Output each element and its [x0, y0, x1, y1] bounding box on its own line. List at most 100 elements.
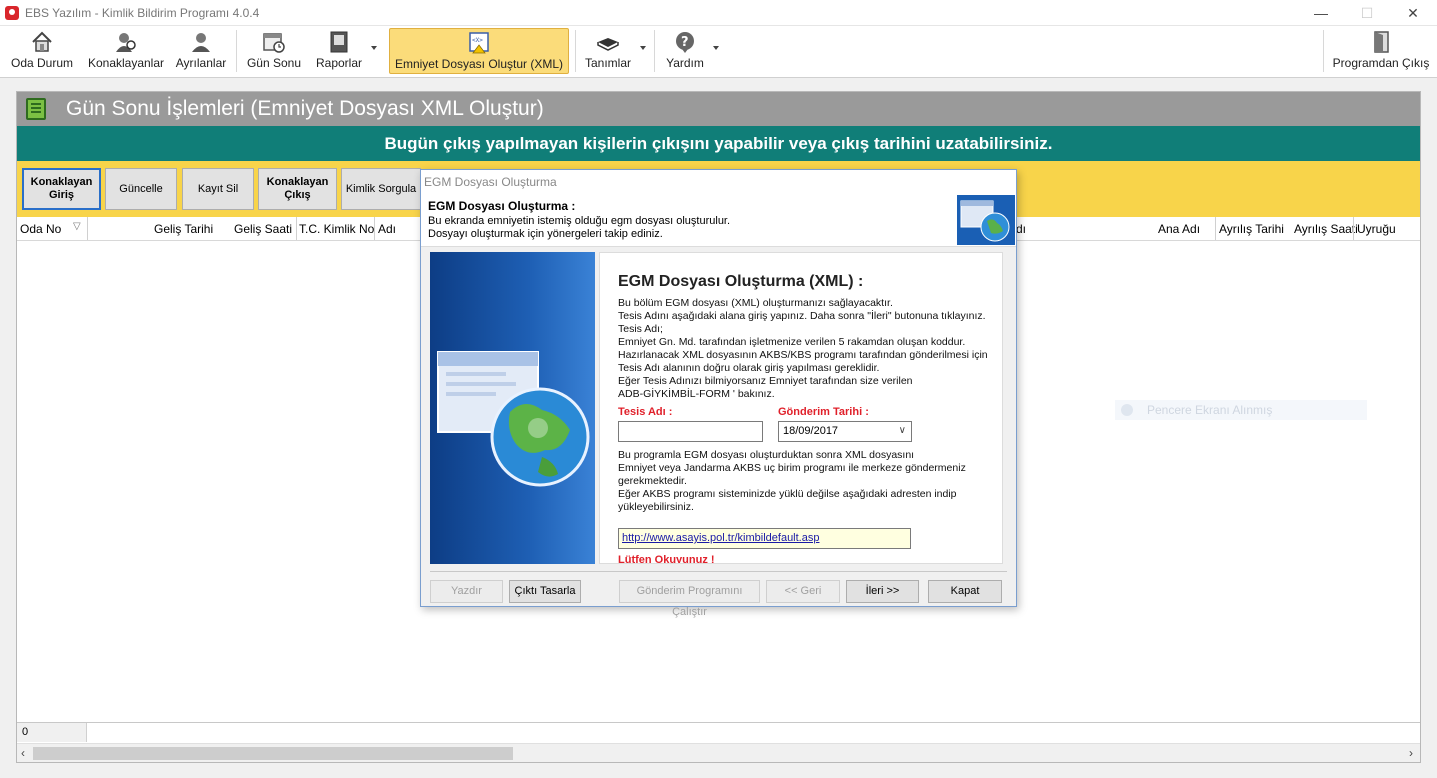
globe-window-icon: [957, 195, 1015, 245]
col-adi[interactable]: Adı: [378, 222, 396, 236]
col-tc-kimlik[interactable]: T.C. Kimlik No: [299, 222, 374, 236]
instruction-line: Tesis Adı alanının doğru olarak giriş ya…: [618, 362, 880, 374]
scrollbar-thumb[interactable]: [33, 747, 513, 760]
col-ana-adi[interactable]: Ana Adı: [1158, 222, 1200, 236]
ledger-icon: [26, 98, 46, 120]
dialog-header-title: EGM Dosyası Oluşturma :: [428, 199, 576, 213]
scroll-left-icon[interactable]: ‹: [21, 746, 25, 760]
kayit-sil-button[interactable]: Kayıt Sil: [182, 168, 254, 210]
help-icon: ?: [676, 32, 694, 53]
cikti-tasarla-button[interactable]: Çıktı Tasarla: [509, 580, 581, 603]
toolbar-separator: [236, 30, 237, 72]
info-line: Bu programla EGM dosyası oluşturduktan s…: [618, 449, 915, 461]
col-gelis-tarihi[interactable]: Geliş Tarihi: [154, 222, 213, 236]
instruction-line: Eğer Tesis Adınızı bilmiyorsanız Emniyet…: [618, 375, 913, 387]
dialog-side-illustration: [430, 252, 595, 564]
instruction-line: Bu bölüm EGM dosyası (XML) oluşturmanızı…: [618, 297, 893, 309]
reports-icon: [330, 31, 348, 53]
window-capture-watermark: Pencere Ekranı Alınmış: [1115, 400, 1367, 420]
horizontal-scrollbar[interactable]: ‹ ›: [17, 743, 1420, 762]
column-divider: [1215, 217, 1216, 240]
page-header: Gün Sonu İşlemleri (Emniyet Dosyası XML …: [17, 92, 1420, 126]
column-divider: [87, 217, 88, 240]
calendar-clock-icon: [263, 33, 285, 53]
toolbar-raporlar[interactable]: Raporlar: [312, 26, 366, 76]
instruction-line: ADB-GİYKİMBİL-FORM ' bakınız.: [618, 388, 775, 400]
instruction-line: Tesis Adı;: [618, 323, 663, 335]
instruction-line: Tesis Adını aşağıdaki alana giriş yapını…: [618, 310, 986, 322]
col-gelis-saati[interactable]: Geliş Saati: [234, 222, 292, 236]
chevron-down-icon: ∨: [898, 425, 906, 436]
konaklayan-cikis-button[interactable]: Konaklayan Çıkış: [258, 168, 337, 210]
tesis-adi-input[interactable]: [618, 421, 763, 442]
col-ayrilis-tarihi[interactable]: Ayrılış Tarihi: [1219, 222, 1284, 236]
info-banner: Bugün çıkış yapılmayan kişilerin çıkışın…: [17, 126, 1420, 161]
column-divider: [374, 217, 375, 240]
app-icon: [5, 6, 19, 20]
toolbar-oda-durum[interactable]: Oda Durum: [4, 26, 80, 76]
page-title: Gün Sonu İşlemleri (Emniyet Dosyası XML …: [66, 97, 544, 120]
status-bar: 0: [17, 722, 1420, 742]
dialog-header-line2: Dosyayı oluşturmak için yönergeleri taki…: [428, 228, 663, 240]
toolbar-yardim[interactable]: ? Yardım: [660, 26, 710, 76]
gonderim-tarihi-label: Gönderim Tarihi :: [778, 406, 869, 418]
dialog-title: EGM Dosyası Oluşturma: [421, 170, 1016, 193]
guncelle-button[interactable]: Güncelle: [105, 168, 177, 210]
instruction-line: Hazırlanacak XML dosyasının AKBS/KBS pro…: [618, 349, 988, 361]
akbs-download-link[interactable]: http://www.asayis.pol.tr/kimbildefault.a…: [618, 528, 911, 549]
konaklayan-giris-button[interactable]: Konaklayan Giriş: [22, 168, 101, 210]
svg-text:<X>: <X>: [472, 37, 483, 44]
toolbar-emniyet-xml[interactable]: <X> Emniyet Dosyası Oluştur (XML): [389, 28, 569, 74]
gonderim-tarihi-value: 18/09/2017: [783, 425, 839, 437]
column-divider: [296, 217, 297, 240]
toolbar-programdan-cikis[interactable]: Programdan Çıkış: [1330, 26, 1432, 76]
scroll-right-icon[interactable]: ›: [1409, 746, 1413, 760]
yardim-dropdown-arrow[interactable]: [713, 46, 719, 50]
record-count: 0: [17, 723, 87, 742]
geri-button[interactable]: << Geri: [766, 580, 840, 603]
info-line: Emniyet veya Jandarma AKBS uç birim prog…: [618, 462, 966, 474]
toolbar-konaklayanlar[interactable]: Konaklayanlar: [84, 26, 168, 76]
yazdir-button[interactable]: Yazdır: [430, 580, 503, 603]
toolbar-separator: [1323, 30, 1324, 72]
info-line: yükleyebilirsiniz.: [618, 501, 694, 513]
toolbar-separator: [575, 30, 576, 72]
maximize-button[interactable]: ☐: [1344, 0, 1390, 26]
svg-text:?: ?: [681, 35, 689, 50]
kimlik-sorgula-button[interactable]: Kimlik Sorgula: [341, 168, 421, 210]
raporlar-dropdown-arrow[interactable]: [371, 46, 377, 50]
book-icon: [597, 38, 619, 51]
col-uyrugu[interactable]: Uyruğu: [1357, 222, 1396, 236]
dialog-content: EGM Dosyası Oluşturma (XML) : Bu bölüm E…: [599, 252, 1003, 564]
toolbar-separator: [654, 30, 655, 72]
departed-icon: [192, 33, 210, 52]
toolbar-ayrilanlar[interactable]: Ayrılanlar: [172, 26, 230, 76]
ileri-button[interactable]: İleri >>: [846, 580, 919, 603]
close-button[interactable]: ✕: [1390, 0, 1436, 26]
column-divider: [1353, 217, 1354, 240]
gonderim-tarihi-select[interactable]: 18/09/2017 ∨: [778, 421, 912, 442]
gonderim-programi-calistir-button[interactable]: Gönderim Programını Çalıştır: [619, 580, 760, 618]
sort-down-icon: ▽: [73, 221, 81, 232]
kapat-button[interactable]: Kapat: [928, 580, 1002, 603]
exit-door-icon: [1374, 31, 1389, 53]
tanimlar-dropdown-arrow[interactable]: [640, 46, 646, 50]
minimize-button[interactable]: —: [1298, 0, 1344, 26]
please-read-label: Lütfen Okuyunuz !: [618, 554, 715, 564]
col-ayrilis-saati[interactable]: Ayrılış Saati: [1294, 222, 1358, 236]
main-toolbar: Oda Durum Konaklayanlar Ayrılanlar Gün S…: [0, 26, 1437, 78]
xml-file-icon: <X>: [469, 32, 489, 54]
col-oda-no[interactable]: Oda No: [20, 222, 61, 236]
dialog-header: EGM Dosyası Oluşturma : Bu ekranda emniy…: [421, 193, 1016, 247]
content-title: EGM Dosyası Oluşturma (XML) :: [618, 273, 864, 290]
home-icon: [32, 31, 52, 52]
instruction-line: Emniyet Gn. Md. tarafından işletmenize v…: [618, 336, 966, 348]
dialog-divider: [430, 571, 1007, 572]
col-soyadi[interactable]: dı: [1016, 222, 1026, 236]
toolbar-tanimlar[interactable]: Tanımlar: [580, 26, 636, 76]
window-title: EBS Yazılım - Kimlik Bildirim Programı 4…: [25, 6, 260, 20]
title-bar: EBS Yazılım - Kimlik Bildirim Programı 4…: [0, 0, 1437, 26]
window-globe-icon: [437, 351, 590, 487]
toolbar-gun-sonu[interactable]: Gün Sonu: [242, 26, 306, 76]
egm-dialog: EGM Dosyası Oluşturma EGM Dosyası Oluştu…: [420, 169, 1017, 618]
